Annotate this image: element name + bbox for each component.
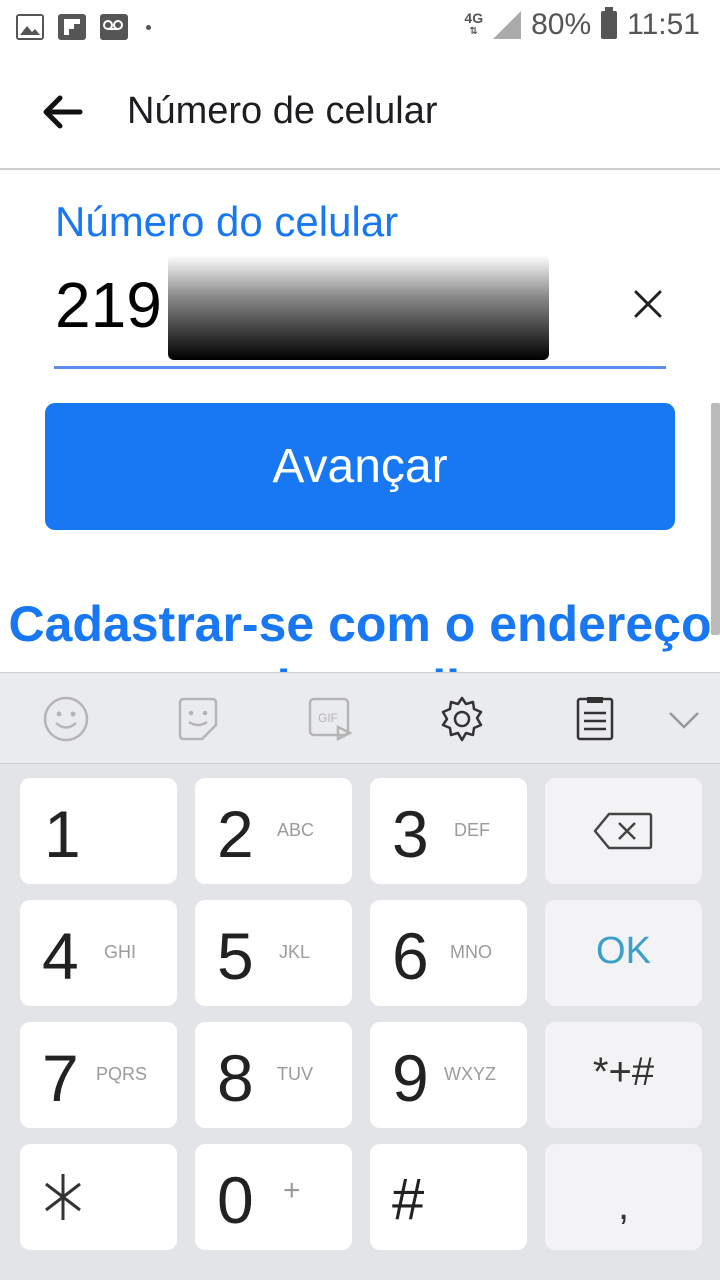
network-type: 4G ⇅ xyxy=(464,10,484,37)
back-arrow-icon[interactable] xyxy=(40,92,84,132)
settings-gear-icon[interactable] xyxy=(438,695,486,743)
comma-label: , xyxy=(617,1184,630,1228)
notification-icons xyxy=(16,14,151,40)
ok-label: OK xyxy=(596,930,651,972)
gif-icon[interactable]: GIF xyxy=(306,695,354,743)
clock: 11:51 xyxy=(627,8,700,41)
symbols-label: *+# xyxy=(592,1050,655,1094)
key-star[interactable] xyxy=(20,1144,177,1250)
signup-with-email-link[interactable]: Cadastrar-se com o endereço de email xyxy=(0,592,720,672)
key-letters: MNO xyxy=(450,942,492,962)
key-1[interactable]: 1 xyxy=(20,778,177,884)
key-digit: 9 xyxy=(392,1041,429,1115)
more-notifications-dot xyxy=(146,24,151,30)
symbols-key[interactable]: *+# xyxy=(545,1022,702,1128)
backspace-key[interactable] xyxy=(545,778,702,884)
key-0[interactable]: 0 + xyxy=(195,1144,352,1250)
backspace-icon xyxy=(593,812,653,850)
key-4[interactable]: 4 GHI xyxy=(20,900,177,1006)
key-digit: 3 xyxy=(392,797,429,871)
signal-icon xyxy=(493,11,522,39)
status-bar: 4G ⇅ 80% 11:51 xyxy=(0,0,720,56)
input-underline xyxy=(54,366,666,369)
key-8[interactable]: 8 TUV xyxy=(195,1022,352,1128)
voicemail-icon xyxy=(100,14,128,40)
gallery-icon xyxy=(16,14,44,40)
battery-percent: 80% xyxy=(531,8,592,41)
sticker-icon[interactable] xyxy=(174,695,222,743)
key-hash[interactable]: # xyxy=(370,1144,527,1250)
key-letters: PQRS xyxy=(96,1064,148,1084)
key-digit: 7 xyxy=(42,1041,79,1115)
svg-text:GIF: GIF xyxy=(318,711,338,725)
key-plus: + xyxy=(283,1174,301,1207)
key-letters: DEF xyxy=(454,820,490,840)
key-digit: 5 xyxy=(217,919,254,993)
hash-label: # xyxy=(392,1167,425,1232)
next-button[interactable]: Avançar xyxy=(45,403,675,530)
key-digit: 8 xyxy=(217,1041,254,1115)
page-title: Número de celular xyxy=(127,90,438,132)
app-bar: Número de celular xyxy=(0,56,720,170)
keyboard-toolbar: GIF xyxy=(0,672,720,764)
ok-key[interactable]: OK xyxy=(545,900,702,1006)
flipboard-icon xyxy=(58,14,86,40)
key-3[interactable]: 3 DEF xyxy=(370,778,527,884)
key-9[interactable]: 9 WXYZ xyxy=(370,1022,527,1128)
scrollbar[interactable] xyxy=(711,403,720,635)
key-digit: 1 xyxy=(44,797,81,871)
clear-input-icon[interactable] xyxy=(626,282,670,326)
phone-input[interactable]: 219 xyxy=(55,268,162,342)
key-5[interactable]: 5 JKL xyxy=(195,900,352,1006)
key-digit: 6 xyxy=(392,919,429,993)
key-letters: ABC xyxy=(277,820,315,840)
key-letters: TUV xyxy=(277,1064,313,1084)
key-letters: GHI xyxy=(104,942,137,962)
key-2[interactable]: 2 ABC xyxy=(195,778,352,884)
key-letters: WXYZ xyxy=(444,1064,496,1084)
asterisk-icon xyxy=(45,1174,81,1220)
emoji-icon[interactable] xyxy=(42,695,90,743)
comma-key[interactable]: , xyxy=(545,1144,702,1250)
clipboard-icon[interactable] xyxy=(572,695,620,743)
key-letters: JKL xyxy=(279,942,311,962)
battery-icon xyxy=(601,7,618,39)
key-6[interactable]: 6 MNO xyxy=(370,900,527,1006)
redacted-number xyxy=(168,255,549,360)
key-digit: 4 xyxy=(42,919,79,993)
chevron-down-icon[interactable] xyxy=(664,703,704,735)
key-digit: 2 xyxy=(217,797,254,871)
key-digit: 0 xyxy=(217,1163,254,1237)
key-7[interactable]: 7 PQRS xyxy=(20,1022,177,1128)
phone-field-label: Número do celular xyxy=(55,198,399,245)
numeric-keypad: 1 2 ABC 3 DEF 4 GHI 5 JKL 6 MNO OK 7 PQR… xyxy=(0,764,720,1280)
